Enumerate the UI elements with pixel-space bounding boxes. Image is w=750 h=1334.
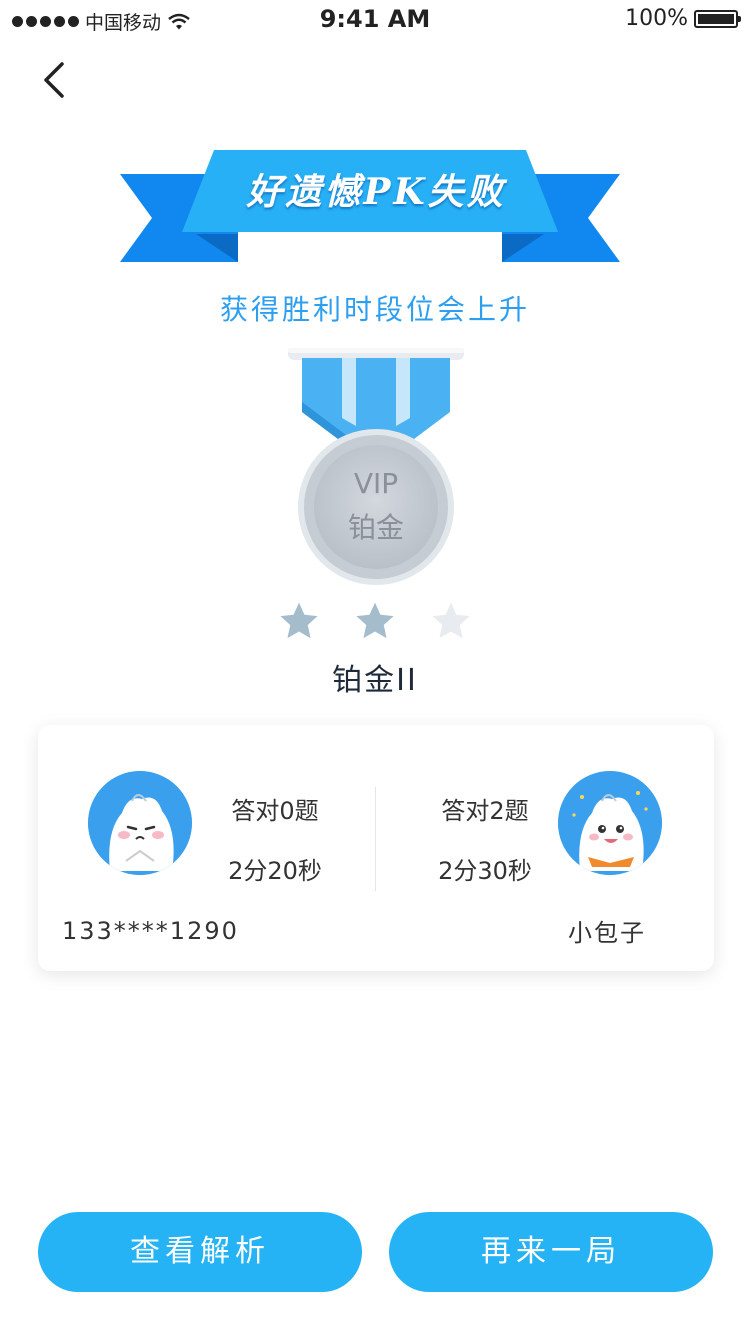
star-empty-icon (432, 602, 470, 639)
left-time: 2分20秒 (228, 857, 322, 885)
back-button[interactable] (34, 58, 78, 102)
right-time: 2分30秒 (438, 857, 532, 885)
dumpling-avatar-icon (88, 771, 192, 875)
dumpling-avatar-icon (558, 771, 662, 875)
star-filled-icon (356, 602, 394, 639)
player-avatar-left[interactable] (88, 771, 192, 875)
battery-info: 100% (625, 6, 741, 31)
status-bar: 中国移动 9:41 AM 100% (0, 0, 750, 40)
left-correct-count: 答对0题 (231, 797, 319, 825)
battery-icon (694, 9, 741, 28)
play-again-button[interactable]: 再来一局 (389, 1212, 713, 1292)
player-avatar-right[interactable] (558, 771, 662, 875)
pk-result-card: 答对0题 2分20秒 答对2题 2分30秒 133****1290 小包子 (38, 725, 714, 971)
star-filled-icon (280, 602, 318, 639)
chevron-left-icon (44, 62, 64, 98)
rank-stars (0, 600, 750, 646)
right-correct-count: 答对2题 (441, 797, 529, 825)
left-player-name: 133****1290 (62, 917, 239, 945)
medal-tier-label: 铂金 (347, 511, 404, 544)
card-divider (375, 787, 376, 891)
result-subtitle: 获得胜利时段位会上升 (219, 293, 530, 326)
right-player-name: 小包子 (568, 919, 646, 947)
rank-label: 铂金II (332, 663, 418, 698)
result-title: 好遗憾PK失败 (246, 171, 506, 213)
medal-vip-label: VIP (353, 467, 399, 500)
battery-percent: 100% (625, 6, 688, 31)
view-analysis-button[interactable]: 查看解析 (38, 1212, 362, 1292)
